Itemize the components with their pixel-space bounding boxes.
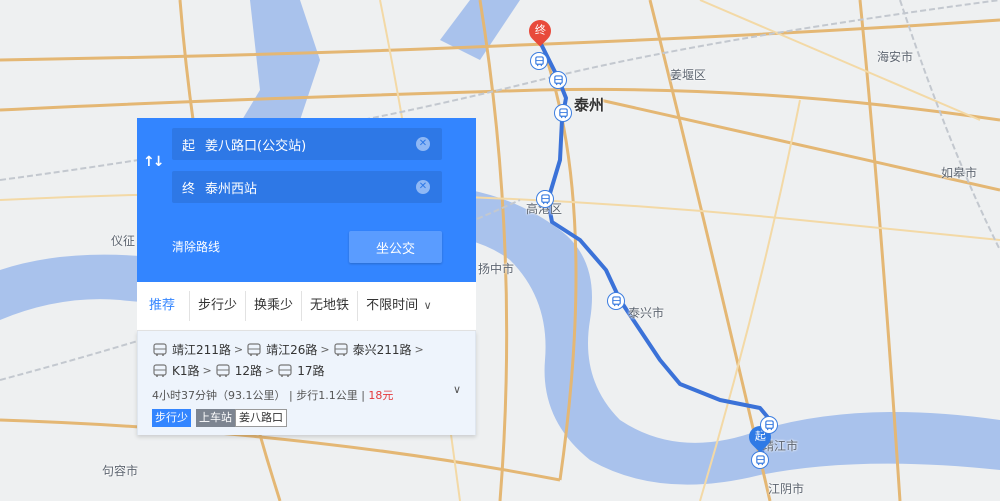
- time-filter-dropdown[interactable]: 不限时间 ∨: [358, 291, 436, 321]
- map-label-taizhou: 泰州: [574, 96, 605, 114]
- route-summary: 4小时37分钟（93.1公里） | 步行1.1公里 | 18元: [152, 389, 394, 402]
- bus-stop-icon[interactable]: [607, 292, 625, 310]
- map-label-rugao: 如皋市: [941, 166, 978, 180]
- boarding-stop-name: 姜八路口: [235, 409, 287, 427]
- map-label-yizheng: 仪征: [111, 234, 136, 248]
- less-walking-badge: 步行少: [152, 409, 191, 427]
- chevron-right-icon: >: [320, 343, 330, 356]
- bus-icon: [152, 342, 168, 357]
- map-label-taixing: 泰兴市: [628, 306, 665, 320]
- take-bus-button[interactable]: 坐公交: [349, 231, 442, 263]
- route-search-box: ↑↓ 起 姜八路口(公交站) ✕ 终 泰州西站 ✕ 清除路线 坐公交: [137, 118, 476, 282]
- tab-recommended[interactable]: 推荐: [137, 291, 191, 321]
- time-filter-label: 不限时间: [366, 298, 419, 313]
- bus-lines-row: K1路 > 12路 > 17路: [152, 360, 465, 381]
- map-label-haian: 海安市: [877, 50, 914, 64]
- bus-line-label: 17路: [297, 364, 325, 378]
- bus-stop-icon[interactable]: [536, 190, 554, 208]
- bus-line-label: 靖江26路: [266, 343, 318, 357]
- chevron-right-icon: >: [265, 364, 275, 377]
- chevron-right-icon: >: [202, 364, 212, 377]
- chevron-right-icon: >: [414, 343, 424, 356]
- map-label-jurong: 句容市: [102, 464, 139, 478]
- clear-end-icon[interactable]: ✕: [416, 180, 430, 194]
- route-badges: 步行少 上车站 姜八路口: [152, 409, 465, 429]
- bus-stop-icon[interactable]: [760, 416, 778, 434]
- map-label-yangzhong: 扬中市: [478, 262, 515, 276]
- clear-start-icon[interactable]: ✕: [416, 137, 430, 151]
- bus-stop-icon[interactable]: [549, 71, 567, 89]
- route-duration: 4小时37分钟（93.1公里）: [152, 389, 286, 402]
- start-field[interactable]: 起 姜八路口(公交站) ✕: [172, 128, 442, 160]
- boarding-stop-badge: 上车站: [196, 409, 235, 427]
- chevron-down-icon: ∨: [420, 299, 432, 312]
- bus-icon: [246, 342, 262, 357]
- route-result-card[interactable]: 靖江211路 > 靖江26路 > 泰兴211路 > K1路 > 12路 > 17…: [137, 331, 476, 435]
- tab-less-walking[interactable]: 步行少: [190, 291, 247, 321]
- start-prefix: 起: [182, 138, 196, 154]
- route-price: 18元: [368, 389, 394, 402]
- map-label-jiangyan: 姜堰区: [670, 68, 707, 82]
- bus-stop-icon[interactable]: [554, 104, 572, 122]
- map-label-jiangyin: 江阴市: [768, 482, 805, 496]
- start-value: 姜八路口(公交站): [205, 138, 307, 154]
- bus-icon: [152, 363, 168, 378]
- clear-route-link[interactable]: 清除路线: [172, 238, 220, 255]
- end-prefix: 终: [182, 181, 196, 197]
- route-walk: 步行1.1公里: [296, 389, 358, 402]
- chevron-down-icon[interactable]: ∨: [453, 383, 461, 396]
- bus-icon: [215, 363, 231, 378]
- tab-fewer-transfers[interactable]: 换乘少: [246, 291, 303, 321]
- bus-stop-icon[interactable]: [530, 52, 548, 70]
- bus-icon: [333, 342, 349, 357]
- bus-lines-row: 靖江211路 > 靖江26路 > 泰兴211路 >: [152, 339, 465, 360]
- end-field[interactable]: 终 泰州西站 ✕: [172, 171, 442, 203]
- bus-line-label: K1路: [172, 364, 200, 378]
- route-panel: ↑↓ 起 姜八路口(公交站) ✕ 终 泰州西站 ✕ 清除路线 坐公交 推荐 步行…: [137, 118, 476, 435]
- bus-stop-icon[interactable]: [751, 451, 769, 469]
- bus-line-label: 12路: [234, 364, 263, 378]
- end-value: 泰州西站: [205, 181, 258, 197]
- chevron-right-icon: >: [233, 343, 244, 356]
- bus-line-label: 靖江211路: [172, 343, 231, 357]
- bus-line-label: 泰兴211路: [352, 343, 412, 357]
- bus-icon: [277, 363, 293, 378]
- tab-no-subway[interactable]: 无地铁: [302, 291, 359, 321]
- route-tabs: 推荐 步行少 换乘少 无地铁 不限时间 ∨: [137, 282, 476, 331]
- swap-icon[interactable]: ↑↓: [143, 154, 165, 170]
